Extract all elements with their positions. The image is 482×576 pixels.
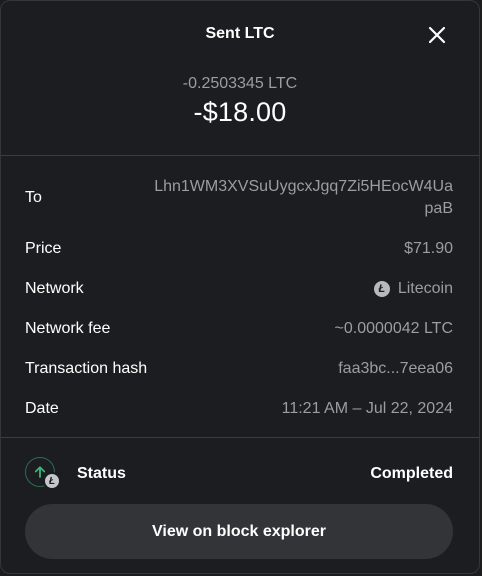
to-label: To xyxy=(25,189,42,206)
network-value: Litecoin xyxy=(397,280,453,297)
detail-row-date: Date 11:21 AM – Jul 22, 2024 xyxy=(25,400,453,418)
status-label: Status xyxy=(77,465,126,482)
page-title: Sent LTC xyxy=(205,25,275,42)
network-value-group: Ł Litecoin xyxy=(373,280,453,298)
transaction-hash-label: Transaction hash xyxy=(25,360,148,377)
transaction-header: Sent LTC -0.2503345 LTC -$18.00 xyxy=(1,1,479,156)
transaction-details-panel: Sent LTC -0.2503345 LTC -$18.00 To Lhn1W… xyxy=(0,0,480,574)
detail-row-to: To Lhn1WM3XVSuUygcxJgq7Zi5HEocW4UapaB xyxy=(25,175,453,221)
status-icon: Ł xyxy=(25,457,61,491)
date-value: 11:21 AM – Jul 22, 2024 xyxy=(281,400,453,417)
transaction-hash-value[interactable]: faa3bc...7eea06 xyxy=(338,360,453,378)
detail-row-transaction-hash: Transaction hash faa3bc...7eea06 xyxy=(25,360,453,378)
status-value: Completed xyxy=(370,465,453,482)
price-label: Price xyxy=(25,240,62,257)
close-button[interactable] xyxy=(425,23,449,47)
view-on-block-explorer-button[interactable]: View on block explorer xyxy=(25,504,453,559)
network-label: Network xyxy=(25,280,84,297)
litecoin-icon: Ł xyxy=(373,281,390,297)
fiat-amount: -$18.00 xyxy=(193,97,287,127)
status-row: Ł Status Completed xyxy=(25,457,453,491)
litecoin-badge-icon: Ł xyxy=(43,472,61,490)
transaction-details: To Lhn1WM3XVSuUygcxJgq7Zi5HEocW4UapaB Pr… xyxy=(1,156,479,438)
network-fee-label: Network fee xyxy=(25,320,111,337)
crypto-amount: -0.2503345 LTC xyxy=(182,75,298,92)
detail-row-price: Price $71.90 xyxy=(25,240,453,258)
detail-row-network: Network Ł Litecoin xyxy=(25,280,453,298)
close-icon xyxy=(428,26,446,44)
detail-row-network-fee: Network fee ~0.0000042 LTC xyxy=(25,320,453,338)
price-value: $71.90 xyxy=(404,240,453,257)
status-left: Ł Status xyxy=(25,457,126,491)
to-address[interactable]: Lhn1WM3XVSuUygcxJgq7Zi5HEocW4UapaB xyxy=(153,176,453,220)
network-fee-value: ~0.0000042 LTC xyxy=(334,320,453,337)
date-label: Date xyxy=(25,400,59,417)
